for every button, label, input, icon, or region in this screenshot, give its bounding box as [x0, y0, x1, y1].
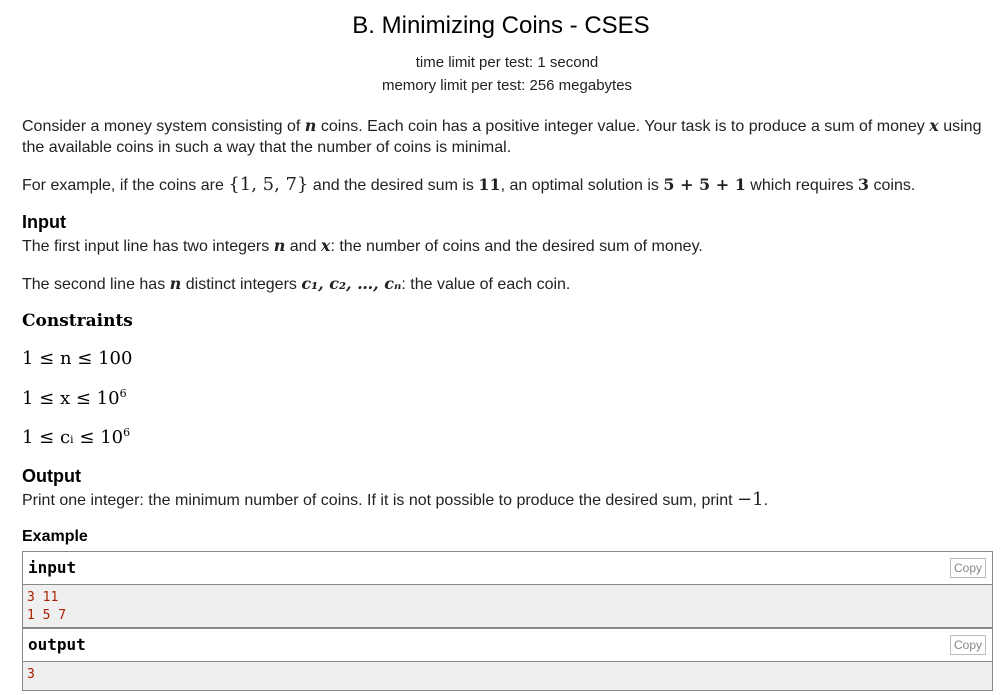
- constraint-c: 1 ≤ cᵢ ≤ 106: [22, 426, 131, 448]
- example-output-label: output: [28, 635, 86, 654]
- copy-output-button[interactable]: Copy: [950, 635, 986, 655]
- example-input-box: input Copy 3 11 1 5 7: [22, 551, 993, 628]
- problem-title: B. Minimizing Coins - CSES: [352, 12, 650, 39]
- constraints-heading: Constraints: [22, 311, 133, 331]
- constraint-x: 1 ≤ x ≤ 106: [22, 387, 127, 409]
- memory-limit: memory limit per test: 256 megabytes: [381, 77, 633, 94]
- example-heading: Example: [22, 528, 88, 545]
- example-input-label: input: [28, 558, 77, 577]
- example-output-header: output Copy: [23, 629, 992, 662]
- output-heading: Output: [22, 466, 81, 486]
- example-input-content: 3 11 1 5 7: [23, 585, 992, 627]
- input-heading: Input: [22, 212, 66, 232]
- output-text: Print one integer: the minimum number of…: [22, 489, 769, 510]
- statement-paragraph-1: Consider a money system consisting of n …: [22, 116, 982, 156]
- example-output-box: output Copy 3: [22, 628, 993, 691]
- time-limit: time limit per test: 1 second: [415, 54, 599, 71]
- input-line-2: The second line has n distinct integers …: [22, 274, 571, 293]
- input-line-1: The first input line has two integers n …: [22, 236, 703, 255]
- example-input-header: input Copy: [23, 552, 992, 585]
- example-output-content: 3: [23, 662, 992, 690]
- statement-paragraph-2: For example, if the coins are {1, 5, 7} …: [22, 174, 916, 195]
- constraint-n: 1 ≤ n ≤ 100: [22, 348, 133, 369]
- copy-input-button[interactable]: Copy: [950, 558, 986, 578]
